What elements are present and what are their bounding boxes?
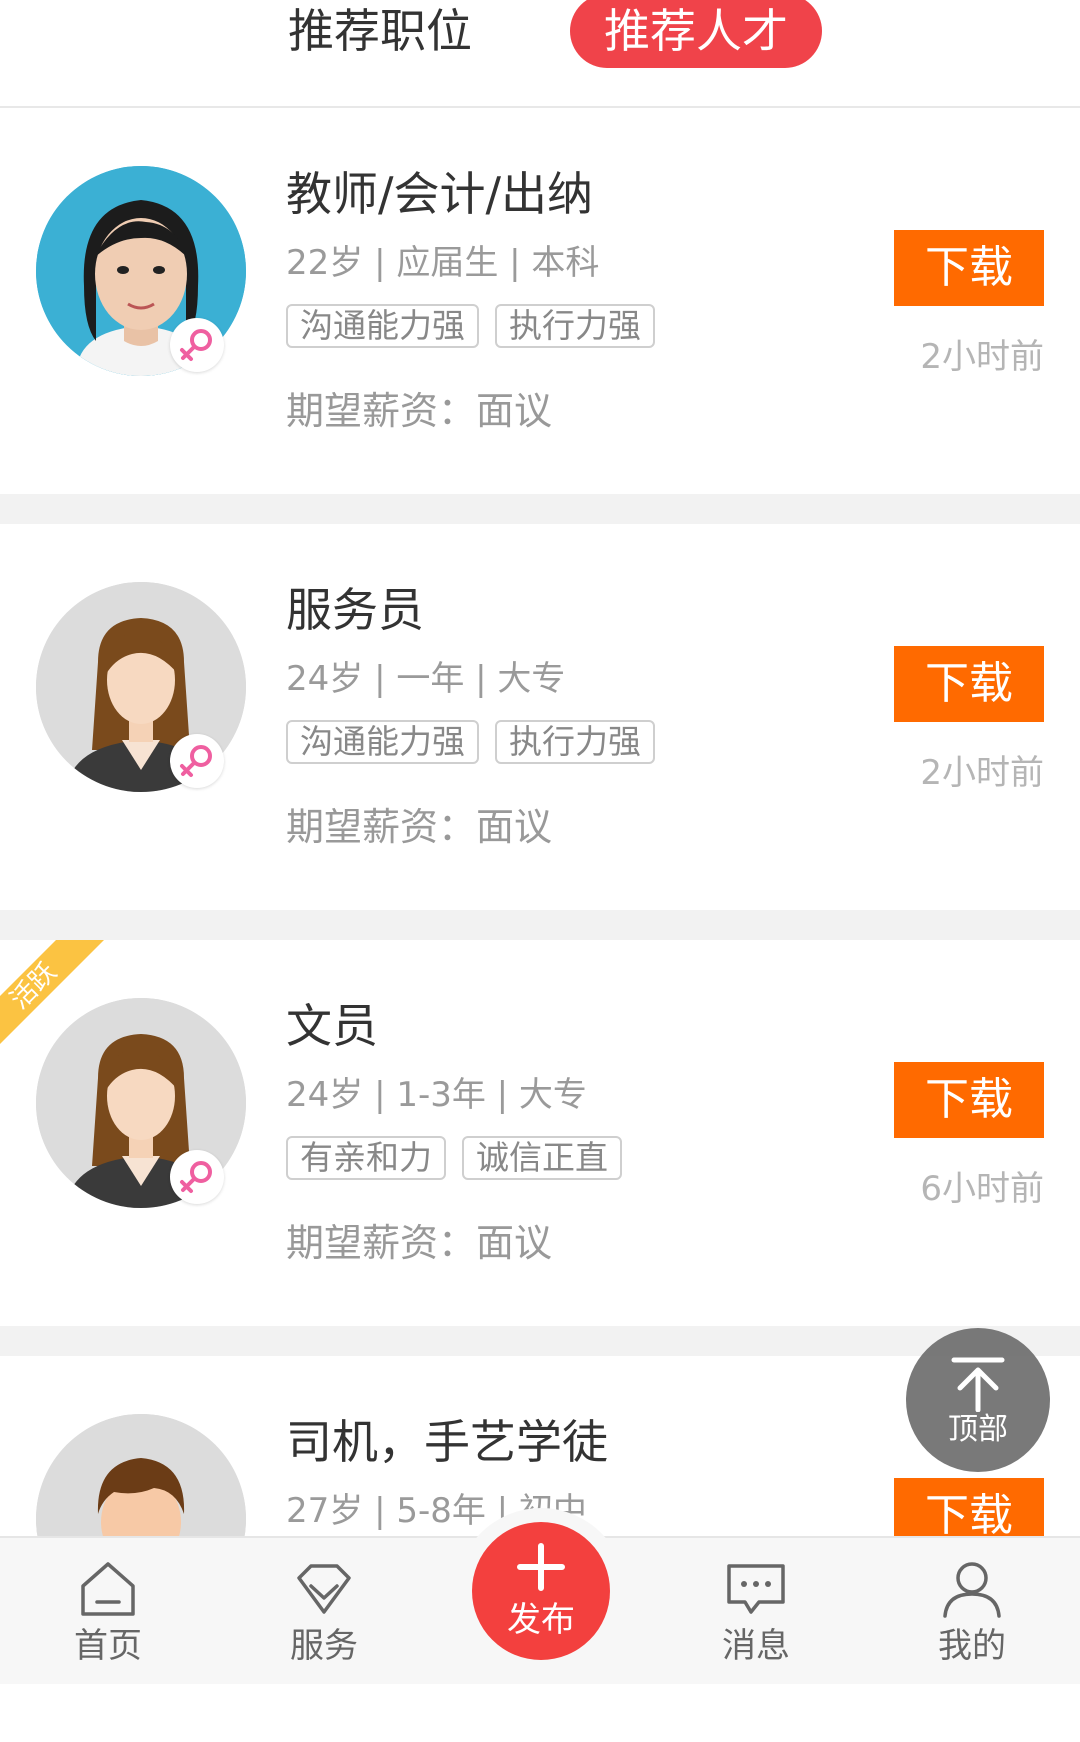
nav-service-label: 服务 (290, 1626, 358, 1666)
candidate-title: 司机，手艺学徒 (286, 1415, 608, 1469)
tag: 诚信正直 (462, 1136, 622, 1180)
post-time: 2小时前 (920, 337, 1044, 377)
nav-messages[interactable]: 消息 (681, 1558, 831, 1668)
post-time: 6小时前 (920, 1169, 1044, 1209)
candidate-title: 教师/会计/出纳 (286, 167, 593, 221)
tab-recommended-jobs[interactable]: 推荐职位 (288, 0, 472, 62)
candidate-meta: 24岁 | 一年 | 大专 (286, 659, 566, 699)
home-icon (81, 1562, 135, 1616)
plus-icon (517, 1543, 565, 1591)
tag: 沟通能力强 (286, 304, 479, 348)
download-button[interactable]: 下载 (894, 646, 1044, 722)
arrow-to-top-icon (951, 1357, 1005, 1412)
candidate-meta: 24岁 | 1-3年 | 大专 (286, 1075, 587, 1115)
download-button[interactable]: 下载 (894, 1062, 1044, 1138)
download-button[interactable]: 下载 (894, 230, 1044, 306)
nav-home-label: 首页 (74, 1626, 142, 1666)
post-time: 2小时前 (920, 753, 1044, 793)
nav-messages-label: 消息 (722, 1626, 790, 1666)
back-to-top-label: 顶部 (948, 1412, 1008, 1447)
back-to-top-button[interactable]: 顶部 (906, 1328, 1050, 1472)
candidate-card[interactable]: 教师/会计/出纳 22岁 | 应届生 | 本科 沟通能力强 执行力强 期望薪资：… (0, 108, 1080, 494)
nav-mine-label: 我的 (938, 1626, 1006, 1666)
nav-service[interactable]: 服务 (249, 1558, 399, 1668)
tag-list: 沟通能力强 执行力强 (286, 304, 655, 348)
female-icon (170, 734, 224, 788)
tab-recommended-talent[interactable]: 推荐人才 (570, 0, 822, 68)
tag: 有亲和力 (286, 1136, 446, 1180)
tag-list: 有亲和力 诚信正直 (286, 1136, 622, 1180)
female-icon (170, 318, 224, 372)
tag: 沟通能力强 (286, 720, 479, 764)
expected-salary: 期望薪资：面议 (286, 389, 553, 433)
publish-button[interactable]: 发布 (472, 1522, 610, 1660)
user-icon (943, 1562, 1001, 1618)
publish-label: 发布 (507, 1600, 575, 1640)
candidate-title: 服务员 (286, 583, 424, 637)
expected-salary: 期望薪资：面议 (286, 805, 553, 849)
tag-list: 沟通能力强 执行力强 (286, 720, 655, 764)
diamond-icon (297, 1564, 351, 1614)
top-tabs: 推荐职位 推荐人才 (0, 0, 1080, 108)
candidate-card[interactable]: 活跃 文员 24岁 | 1-3年 | 大专 有亲和力 诚信正直 期望薪资：面议 … (0, 940, 1080, 1326)
tag: 执行力强 (495, 304, 655, 348)
message-icon (727, 1564, 785, 1614)
candidate-card[interactable]: 服务员 24岁 | 一年 | 大专 沟通能力强 执行力强 期望薪资：面议 下载 … (0, 524, 1080, 910)
expected-salary: 期望薪资：面议 (286, 1221, 553, 1265)
tag: 执行力强 (495, 720, 655, 764)
candidate-title: 文员 (286, 999, 378, 1053)
nav-home[interactable]: 首页 (33, 1558, 183, 1668)
candidate-meta: 22岁 | 应届生 | 本科 (286, 243, 600, 283)
nav-mine[interactable]: 我的 (897, 1558, 1047, 1668)
female-icon (170, 1150, 224, 1204)
